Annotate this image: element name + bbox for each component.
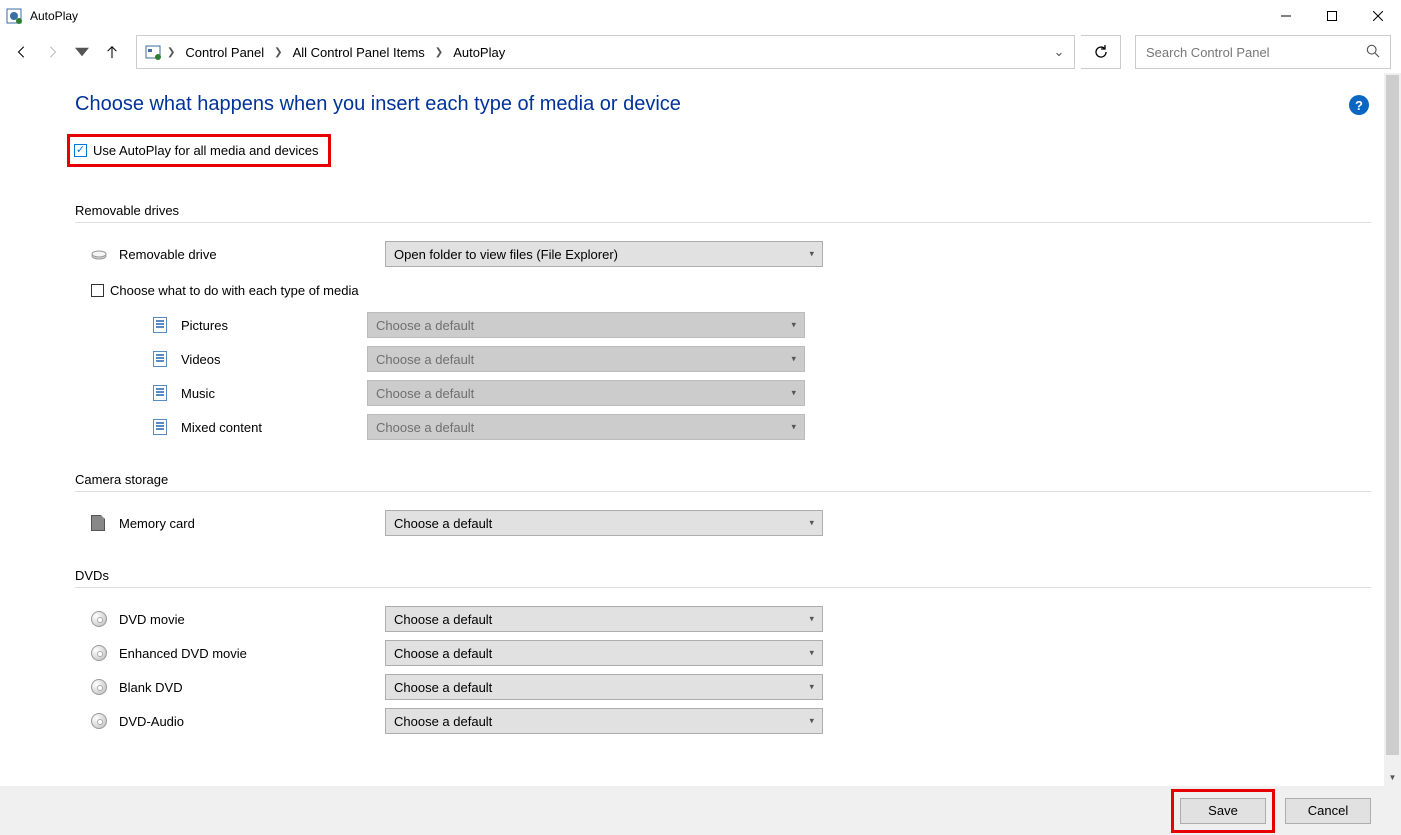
chevron-down-icon: ▾ (791, 388, 796, 399)
dvd-movie-label: DVD movie (119, 612, 385, 627)
section-dvds-header: DVDs (75, 568, 1371, 583)
videos-icon (153, 351, 181, 367)
forward-button[interactable] (40, 40, 64, 64)
page-title: Choose what happens when you insert each… (75, 93, 1371, 116)
music-dropdown[interactable]: Choose a default▾ (367, 380, 805, 406)
autoplay-icon (6, 8, 22, 24)
breadcrumb-leaf[interactable]: AutoPlay (449, 45, 509, 60)
pictures-label: Pictures (181, 318, 367, 333)
chevron-down-icon: ▾ (809, 716, 814, 727)
search-placeholder: Search Control Panel (1146, 45, 1270, 60)
chevron-down-icon: ▾ (791, 354, 796, 365)
blank-dvd-dropdown[interactable]: Choose a default▾ (385, 674, 823, 700)
maximize-button[interactable] (1309, 0, 1355, 31)
search-input[interactable]: Search Control Panel (1135, 35, 1391, 69)
pictures-icon (153, 317, 181, 333)
use-autoplay-label: Use AutoPlay for all media and devices (93, 143, 318, 158)
memory-card-dropdown[interactable]: Choose a default▾ (385, 510, 823, 536)
memory-card-icon (91, 515, 119, 531)
blank-dvd-icon (91, 679, 119, 695)
address-dropdown[interactable]: ⌄ (1044, 44, 1074, 60)
enhanced-dvd-dropdown[interactable]: Choose a default▾ (385, 640, 823, 666)
help-icon[interactable]: ? (1349, 95, 1369, 115)
use-autoplay-checkbox[interactable]: Use AutoPlay for all media and devices (74, 143, 318, 158)
dvd-movie-icon (91, 611, 119, 627)
recent-dropdown[interactable] (70, 40, 94, 64)
videos-dropdown[interactable]: Choose a default▾ (367, 346, 805, 372)
section-camera-header: Camera storage (75, 472, 1371, 487)
dvd-audio-dropdown[interactable]: Choose a default▾ (385, 708, 823, 734)
highlight-use-autoplay: Use AutoPlay for all media and devices (67, 134, 331, 167)
removable-drive-icon (91, 246, 119, 262)
choose-each-checkbox[interactable]: Choose what to do with each type of medi… (91, 283, 1371, 298)
chevron-down-icon: ▾ (809, 518, 814, 529)
checkbox-icon (74, 144, 87, 157)
enhanced-dvd-label: Enhanced DVD movie (119, 646, 385, 661)
mixed-dropdown[interactable]: Choose a default▾ (367, 414, 805, 440)
save-button[interactable]: Save (1180, 798, 1266, 824)
dvd-audio-label: DVD-Audio (119, 714, 385, 729)
vertical-scrollbar[interactable]: ▲ ▼ (1384, 73, 1401, 786)
removable-drive-dropdown[interactable]: Open folder to view files (File Explorer… (385, 241, 823, 267)
titlebar: AutoPlay (0, 0, 1401, 31)
search-icon (1366, 44, 1380, 61)
dvd-movie-dropdown[interactable]: Choose a default▾ (385, 606, 823, 632)
chevron-down-icon: ▾ (791, 422, 796, 433)
navbar: ❯ Control Panel ❯ All Control Panel Item… (0, 31, 1401, 73)
window-title: AutoPlay (30, 9, 78, 23)
section-removable-header: Removable drives (75, 203, 1371, 218)
refresh-button[interactable] (1081, 35, 1121, 69)
location-icon (145, 44, 161, 60)
chevron-right-icon: ❯ (165, 47, 177, 58)
chevron-down-icon: ▾ (791, 320, 796, 331)
chevron-down-icon: ▾ (809, 249, 814, 260)
music-icon (153, 385, 181, 401)
close-button[interactable] (1355, 0, 1401, 31)
pictures-dropdown[interactable]: Choose a default▾ (367, 312, 805, 338)
highlight-save: Save (1171, 789, 1275, 833)
breadcrumb-mid[interactable]: All Control Panel Items (289, 45, 429, 60)
address-bar[interactable]: ❯ Control Panel ❯ All Control Panel Item… (136, 35, 1075, 69)
choose-each-label: Choose what to do with each type of medi… (110, 283, 359, 298)
chevron-down-icon: ▾ (809, 648, 814, 659)
back-button[interactable] (10, 40, 34, 64)
memory-card-label: Memory card (119, 516, 385, 531)
removable-drive-label: Removable drive (119, 247, 385, 262)
breadcrumb-root[interactable]: Control Panel (181, 45, 268, 60)
mixed-icon (153, 419, 181, 435)
videos-label: Videos (181, 352, 367, 367)
enhanced-dvd-icon (91, 645, 119, 661)
footer: Save Cancel (0, 786, 1401, 835)
dvd-audio-icon (91, 713, 119, 729)
scroll-thumb[interactable] (1386, 75, 1399, 755)
chevron-down-icon: ▾ (809, 682, 814, 693)
cancel-button[interactable]: Cancel (1285, 798, 1371, 824)
music-label: Music (181, 386, 367, 401)
chevron-down-icon: ▾ (809, 614, 814, 625)
up-button[interactable] (100, 40, 124, 64)
minimize-button[interactable] (1263, 0, 1309, 31)
chevron-right-icon: ❯ (433, 47, 445, 58)
content-area: ? Choose what happens when you insert ea… (0, 73, 1401, 786)
blank-dvd-label: Blank DVD (119, 680, 385, 695)
scroll-down-icon[interactable]: ▼ (1384, 769, 1401, 786)
checkbox-icon (91, 284, 104, 297)
mixed-label: Mixed content (181, 420, 367, 435)
chevron-right-icon: ❯ (272, 47, 284, 58)
